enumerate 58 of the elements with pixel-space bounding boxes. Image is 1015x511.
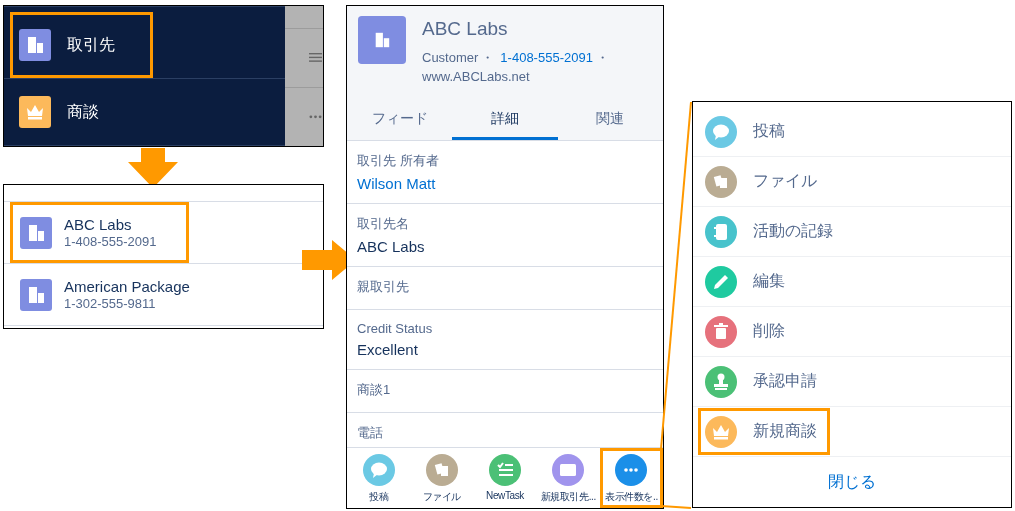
nav-item[interactable]: 取引先	[10, 12, 153, 78]
account-name: ABC Labs	[64, 216, 133, 233]
building-icon	[19, 29, 51, 61]
action-button[interactable]: NewTask	[473, 448, 537, 508]
building-icon	[20, 216, 52, 249]
menu-item[interactable]: ファイル	[698, 158, 830, 205]
separator-dot: ・	[481, 50, 495, 65]
tab[interactable]: 詳細	[452, 100, 558, 140]
field-link[interactable]: Wilson Matt	[357, 175, 653, 192]
phone-link[interactable]: 1-408-555-2091	[500, 50, 593, 65]
menu-item[interactable]: 新規商談	[698, 408, 830, 455]
building-icon	[20, 278, 52, 311]
list-icon[interactable]	[309, 53, 322, 63]
account-phone: 1-302-555-9811	[64, 296, 157, 311]
field-label: 取引先 所有者	[357, 152, 440, 170]
leader-line	[660, 505, 692, 509]
menu-item[interactable]: 編集	[698, 258, 830, 305]
menu-item[interactable]: 承認申請	[698, 358, 830, 405]
stamp-icon	[705, 365, 737, 398]
nav-item[interactable]: 商談	[10, 79, 153, 145]
menu-item[interactable]: 削除	[698, 308, 830, 355]
building-icon	[358, 16, 406, 64]
file-icon	[705, 165, 737, 198]
record-meta: www.ABCLabs.net	[422, 69, 530, 84]
field-label: Credit Status	[357, 321, 434, 336]
checklist-icon	[489, 454, 521, 486]
record-meta: Customer	[422, 50, 479, 65]
pencil-icon	[705, 265, 737, 298]
contact-card-icon	[552, 454, 585, 486]
tab[interactable]: 関連	[557, 100, 663, 140]
field-label: 取引先名	[357, 215, 410, 233]
field-label: 親取引先	[357, 278, 410, 296]
crown-icon	[19, 96, 51, 128]
account-phone: 1-408-555-2091	[64, 234, 157, 249]
record-title: ABC Labs	[422, 18, 509, 40]
chat-bubble-icon	[705, 115, 737, 148]
field-value: Excellent	[357, 341, 419, 358]
account-item[interactable]: American Package 1-302-555-9811	[10, 264, 189, 325]
menu-item[interactable]: 投稿	[698, 108, 830, 155]
action-button[interactable]: 表示件数を..	[599, 448, 663, 508]
field-label: 商談1	[357, 381, 392, 399]
separator-dot: ・	[595, 50, 609, 65]
more-icon[interactable]	[309, 115, 322, 119]
trash-icon	[705, 315, 737, 348]
field-label: 電話	[357, 424, 384, 442]
account-item[interactable]: ABC Labs 1-408-555-2091	[10, 202, 189, 263]
close-button[interactable]: 閉じる	[816, 465, 888, 499]
action-button[interactable]: ファイル	[410, 448, 474, 508]
action-button[interactable]: 投稿	[347, 448, 411, 508]
more-icon	[615, 454, 648, 486]
chat-bubble-icon	[362, 454, 395, 486]
tab[interactable]: フィード	[347, 100, 453, 140]
account-name: American Package	[64, 278, 190, 295]
crown-icon	[705, 415, 737, 448]
file-icon	[425, 454, 458, 486]
action-button[interactable]: 新規取引先...	[536, 448, 600, 508]
field-value: ABC Labs	[357, 238, 426, 255]
phone-book-icon	[705, 215, 737, 248]
